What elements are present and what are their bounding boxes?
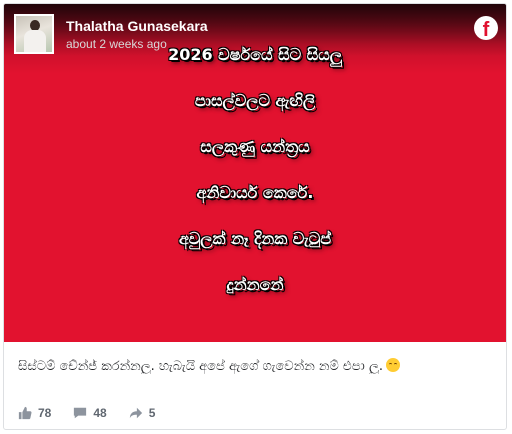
- share-button[interactable]: 5: [129, 406, 156, 420]
- share-arrow-icon: [129, 407, 142, 419]
- thumbs-up-icon: [18, 406, 32, 420]
- comment-button[interactable]: 48: [73, 406, 107, 420]
- like-button[interactable]: 78: [18, 406, 51, 420]
- page-name-link[interactable]: Thalatha Gunasekara: [66, 18, 208, 34]
- facebook-icon[interactable]: f: [474, 16, 498, 40]
- image-headline: 2026 වර්ෂයේ සිට සියලු පාසල්වලට ඇඟිලි සලක…: [14, 32, 496, 308]
- headline-line: පාසල්වලට ඇඟිලි: [194, 91, 316, 110]
- share-count: 5: [148, 406, 156, 420]
- post-card: 2026 වර්ෂයේ සිට සියලු පාසල්වලට ඇඟිලි සලක…: [3, 3, 507, 430]
- comment-count: 48: [93, 406, 107, 420]
- post-image[interactable]: 2026 වර්ෂයේ සිට සියලු පාසල්වලට ඇඟිලි සලක…: [4, 4, 506, 342]
- headline-line: අවුලක් නෑ දිනක වැටුප්: [178, 229, 332, 248]
- comment-icon: [74, 407, 87, 419]
- post-caption: සිස්ටම් චේන්ජ් කරන්නලු. හැබැයි අපේ ඇගේ ග…: [18, 358, 492, 374]
- headline-line: සලකුණු යන්ත්‍රය: [200, 137, 310, 156]
- like-count: 78: [38, 406, 52, 420]
- post-timestamp[interactable]: about 2 weeks ago: [66, 37, 167, 51]
- post-actions: 78 48 5: [18, 404, 155, 422]
- headline-line: දුන්නනේ: [226, 275, 284, 294]
- caption-text: සිස්ටම් චේන්ජ් කරන්නලු. හැබැයි අපේ ඇගේ ග…: [18, 359, 383, 374]
- grinning-face-emoji-icon: [386, 358, 400, 372]
- avatar[interactable]: [14, 14, 54, 54]
- headline-line: අනිවාර්ය කෙරේ.: [196, 183, 314, 202]
